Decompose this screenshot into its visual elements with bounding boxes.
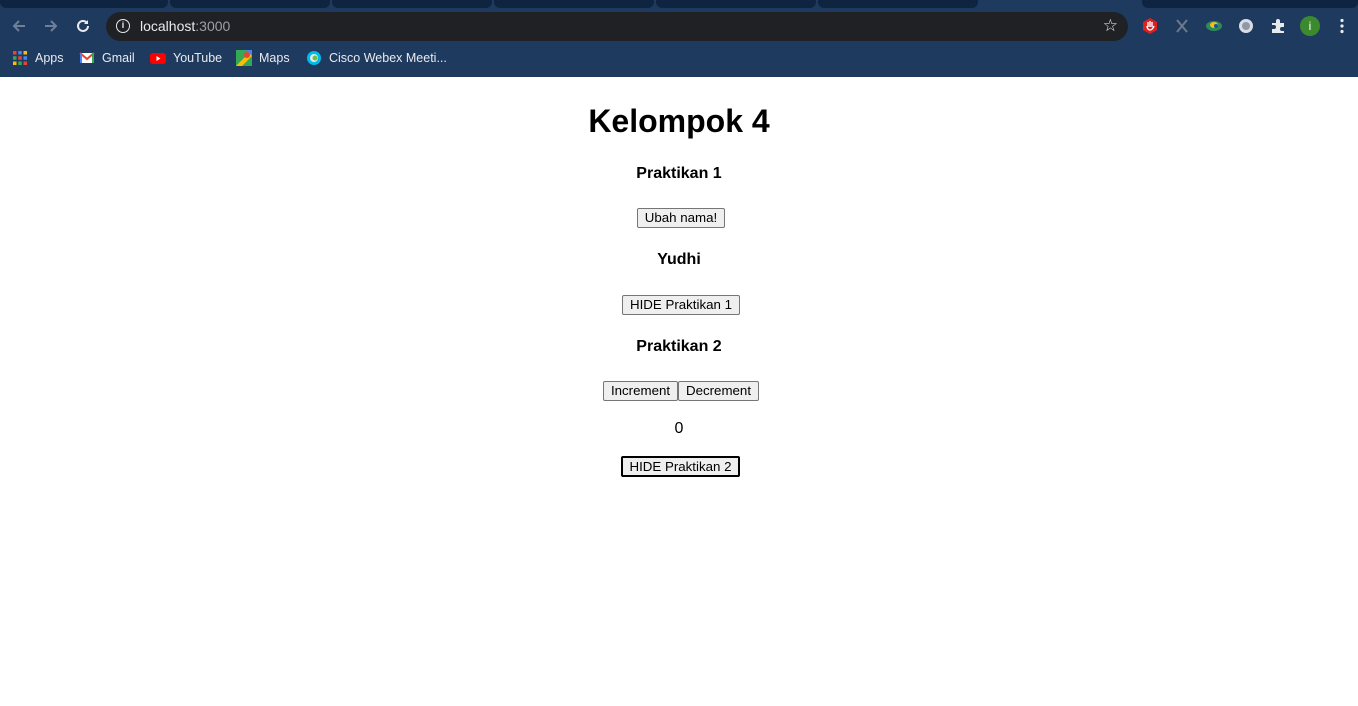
bookmark-label: Apps (35, 51, 64, 65)
decrement-button[interactable]: Decrement (678, 381, 759, 401)
extension-shield-icon[interactable] (1204, 16, 1224, 36)
page-content: Kelompok 4 Praktikan 1 Ubah nama! Yudhi … (0, 77, 1358, 706)
bookmark-star-icon[interactable]: ☆ (1103, 16, 1118, 36)
hide-praktikan-1-button[interactable]: HIDE Praktikan 1 (622, 295, 740, 315)
name-display: Yudhi (657, 251, 701, 268)
praktikan-2-heading: Praktikan 2 (636, 338, 722, 355)
page-title: Kelompok 4 (588, 103, 770, 139)
bookmark-label: Gmail (102, 51, 135, 65)
extension-hand-icon[interactable] (1140, 16, 1160, 36)
address-bar[interactable]: i localhost:3000 ☆ (106, 12, 1128, 41)
hide-praktikan-2-button[interactable]: HIDE Praktikan 2 (621, 456, 740, 477)
bookmark-youtube[interactable]: YouTube (150, 49, 222, 67)
increment-button[interactable]: Increment (603, 381, 678, 401)
gmail-icon (79, 50, 95, 66)
profile-initial: i (1300, 16, 1320, 36)
bookmark-label: YouTube (173, 51, 223, 65)
extension-x-icon[interactable] (1172, 16, 1192, 36)
bookmark-apps[interactable]: Apps (12, 49, 64, 67)
extensions-puzzle-icon[interactable] (1268, 16, 1288, 36)
youtube-icon (150, 50, 166, 66)
maps-icon (236, 50, 252, 66)
extension-circle-icon[interactable] (1236, 16, 1256, 36)
counter-value: 0 (674, 420, 684, 437)
forward-icon[interactable] (38, 13, 64, 39)
url-host: localhost (140, 18, 196, 34)
bookmark-gmail[interactable]: Gmail (79, 49, 135, 67)
apps-grid-icon (12, 50, 28, 66)
tab-strip (0, 0, 1358, 9)
praktikan-1-heading: Praktikan 1 (636, 165, 722, 182)
bookmark-label: Cisco Webex Meeti... (329, 51, 447, 65)
bookmark-maps[interactable]: Maps (236, 49, 290, 67)
browser-menu-icon[interactable] (1332, 16, 1352, 36)
browser-chrome: i localhost:3000 ☆ i Apps Gmail YouTube … (0, 0, 1358, 77)
url-text[interactable]: localhost:3000 (140, 18, 230, 34)
browser-toolbar: i localhost:3000 ☆ i (0, 9, 1358, 43)
url-port: :3000 (195, 18, 231, 34)
change-name-button[interactable]: Ubah nama! (637, 208, 725, 228)
bookmark-label: Maps (259, 51, 290, 65)
bookmark-webex[interactable]: Cisco Webex Meeti... (306, 49, 447, 67)
back-icon[interactable] (6, 13, 32, 39)
bookmarks-bar: Apps Gmail YouTube Maps Cisco Webex Meet… (0, 46, 1358, 70)
profile-avatar[interactable]: i (1300, 16, 1320, 36)
reload-icon[interactable] (70, 13, 96, 39)
webex-icon (306, 50, 322, 66)
site-info-icon[interactable]: i (116, 19, 130, 33)
